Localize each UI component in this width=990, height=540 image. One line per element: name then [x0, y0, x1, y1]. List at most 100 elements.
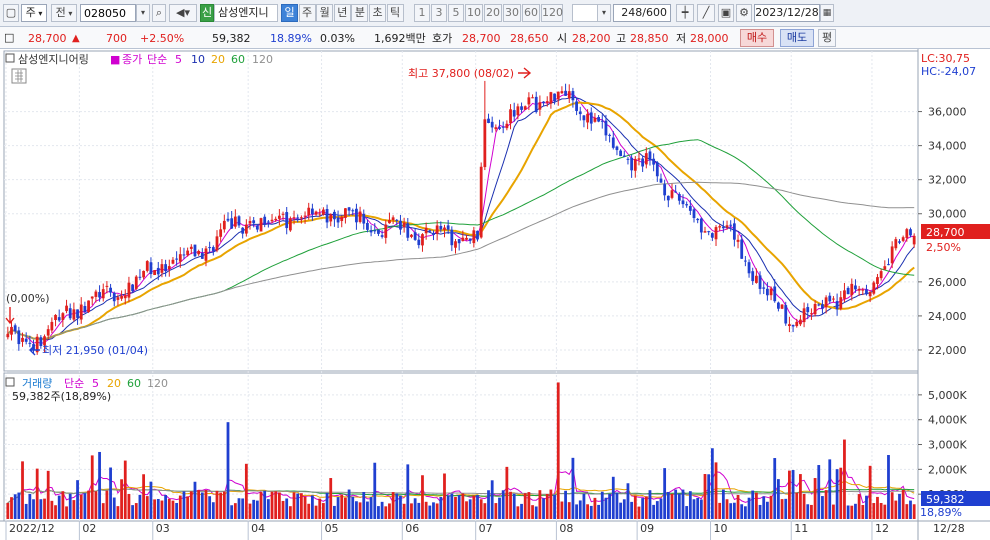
sell-button[interactable]: 매도	[780, 29, 814, 47]
volume-bar	[347, 489, 351, 519]
candle-body	[751, 271, 755, 282]
candle-body	[112, 292, 116, 302]
volume-bar	[127, 494, 131, 519]
search-icon[interactable]: ⌕	[152, 4, 166, 22]
candle-body	[402, 222, 406, 228]
price-tick-label: 32,000	[928, 174, 967, 187]
period-button[interactable]: 일	[281, 4, 298, 22]
volume-bar	[828, 459, 832, 519]
minute-option-button[interactable]: 1	[414, 4, 430, 22]
candle-body	[72, 309, 76, 320]
candle-body	[655, 162, 659, 177]
volume-bar	[417, 502, 421, 519]
volume-bar	[160, 500, 164, 519]
candle-body	[366, 222, 369, 230]
period-button[interactable]: 초	[369, 4, 386, 22]
volume-bar	[641, 498, 645, 519]
volume-legend-value: 59,382주(18,89%)	[12, 390, 111, 403]
sound-icon[interactable]: ◀▾	[169, 4, 197, 22]
candle-body	[788, 324, 791, 327]
candle-body	[813, 303, 817, 315]
volume-bar	[182, 491, 186, 519]
minute-option-button[interactable]: 120	[541, 4, 563, 22]
stock-chart[interactable]: 36,000 34,000 32,000 30,000 26,000 24,000 22,0…	[0, 49, 990, 540]
candle-body	[57, 317, 61, 321]
candle-body	[901, 237, 905, 241]
candle-body	[652, 158, 656, 165]
candle-body	[597, 117, 600, 122]
volume-bar	[369, 497, 373, 519]
period-button[interactable]: 틱	[386, 4, 404, 22]
candle-body	[553, 93, 556, 102]
save-icon[interactable]: ▣	[718, 4, 734, 22]
hoga-label: 호가	[432, 32, 453, 45]
minute-option-button[interactable]: 3	[431, 4, 447, 22]
candle-body	[637, 158, 641, 160]
stock-code-input[interactable]	[80, 4, 136, 22]
candle-body	[699, 218, 703, 233]
candle-body	[17, 330, 21, 345]
period-button[interactable]: 월	[316, 4, 334, 22]
volume-bar	[901, 489, 905, 519]
chevron-down-icon[interactable]: ▾	[597, 4, 611, 22]
minute-option-button[interactable]: 60	[522, 4, 540, 22]
candle-body	[743, 260, 747, 262]
volume-bar	[611, 476, 615, 519]
volume-bar	[432, 502, 435, 519]
volume-bar	[718, 502, 722, 519]
x-axis-label: 04	[251, 522, 265, 535]
candle-body	[850, 283, 854, 296]
prefix-select[interactable]: 전 ▾	[51, 4, 77, 22]
volume-bar	[171, 500, 175, 519]
candle-body	[589, 112, 593, 124]
window-icon[interactable]: ▢	[3, 4, 19, 22]
expand-toggle-icon[interactable]: □	[4, 30, 16, 46]
volume-bar	[274, 491, 278, 519]
period-button[interactable]: 주	[298, 4, 316, 22]
candle-body	[204, 248, 208, 261]
buy-button[interactable]: 매수	[740, 29, 774, 47]
candle-body	[439, 225, 443, 230]
candle-body	[534, 96, 538, 113]
volume-bar	[344, 497, 347, 519]
even-button[interactable]: 평	[818, 29, 836, 47]
candle-body	[175, 258, 179, 260]
candle-body	[197, 250, 201, 255]
market-select[interactable]: 주 ▾	[21, 4, 47, 22]
minute-option-button[interactable]: 30	[503, 4, 521, 22]
calendar-icon[interactable]: ▦	[820, 4, 834, 22]
volume-bar	[230, 505, 234, 519]
candle-body	[134, 276, 138, 289]
gear-icon[interactable]: ⚙	[736, 4, 752, 22]
volume-bar	[17, 492, 21, 519]
volume-bar	[200, 492, 204, 519]
data-count-field[interactable]: 248/600	[613, 4, 671, 22]
volume-bar	[83, 493, 87, 519]
volume-bar	[259, 492, 263, 519]
indicator-icon[interactable]: ┿	[676, 4, 694, 22]
minute-option-button[interactable]: 10	[465, 4, 483, 22]
volume-bar	[575, 504, 578, 519]
candle-body	[710, 233, 714, 238]
period-button[interactable]: 분	[351, 4, 369, 22]
volume-bar	[410, 503, 413, 519]
volume-bar	[112, 497, 116, 519]
candle-body	[876, 277, 879, 284]
volume-bar	[600, 491, 604, 519]
date-field[interactable]: 2023/12/28	[754, 4, 820, 22]
line-tool-icon[interactable]: ╱	[697, 4, 715, 22]
code-dropdown-button[interactable]: ▾	[136, 4, 150, 22]
volume-bar	[850, 505, 854, 519]
period-button[interactable]: 년	[333, 4, 351, 22]
candle-body	[729, 224, 733, 226]
volume-bar	[703, 474, 707, 519]
market-select-label: 주	[25, 6, 36, 19]
candle-body	[435, 225, 439, 234]
minute-option-button[interactable]: 20	[484, 4, 502, 22]
candle-body	[854, 285, 857, 290]
x-axis-label: 06	[405, 522, 419, 535]
volume-bar	[545, 493, 549, 519]
volume-bar	[388, 503, 391, 519]
candle-body	[487, 118, 490, 123]
minute-option-button[interactable]: 5	[448, 4, 464, 22]
